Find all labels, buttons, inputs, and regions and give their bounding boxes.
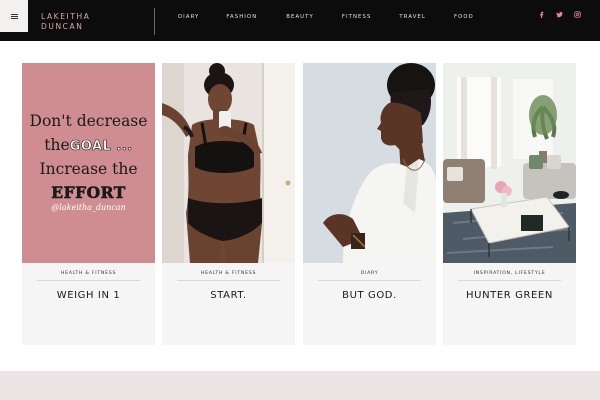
post-card-start[interactable]: HEALTH & FITNESS START. [162, 63, 295, 345]
post-title[interactable]: HUNTER GREEN [443, 290, 576, 301]
header-divider [154, 8, 155, 35]
post-category[interactable]: HEALTH & FITNESS [22, 271, 155, 276]
quote-instagram-handle: @lakeitha_duncan [51, 203, 126, 212]
post-title[interactable]: BUT GOD. [303, 290, 436, 301]
quote-goal-word: GOAL ... [69, 139, 133, 155]
post-title[interactable]: WEIGH IN 1 [22, 290, 155, 301]
twitter-icon[interactable] [556, 11, 563, 18]
logo-line-first-name: LAKEITHA [41, 12, 91, 21]
quote-line-2-text: the [44, 136, 70, 154]
quote-line-1: Don't decrease [29, 112, 148, 130]
logo-line-last-name: DUNCAN [41, 21, 84, 31]
card-divider [37, 280, 140, 281]
main-nav: DIARY FASHION BEAUTY FITNESS TRAVEL FOOD [178, 0, 474, 33]
post-category[interactable]: INSPIRATION, LIFESTYLE [443, 271, 576, 276]
facebook-icon[interactable] [538, 11, 545, 18]
fitness-photo [162, 63, 295, 263]
post-category[interactable]: HEALTH & FITNESS [162, 271, 295, 276]
interior-photo [443, 63, 576, 263]
footer-band [0, 371, 600, 400]
card-divider [458, 280, 561, 281]
nav-item-fashion[interactable]: FASHION [226, 14, 257, 20]
top-navigation-bar: LAKEITHA DUNCAN DIARY FASHION BEAUTY FIT… [0, 0, 600, 41]
post-image-portrait-photo[interactable] [303, 63, 436, 263]
site-logo[interactable]: LAKEITHA DUNCAN [41, 12, 91, 31]
post-image-interior-photo[interactable] [443, 63, 576, 263]
card-divider [177, 280, 280, 281]
post-card-hunter-green[interactable]: INSPIRATION, LIFESTYLE HUNTER GREEN [443, 63, 576, 345]
portrait-photo [303, 63, 436, 263]
post-title[interactable]: START. [162, 290, 295, 301]
card-divider [318, 280, 421, 281]
post-grid: Don't decrease theGOAL ... Increase the … [22, 63, 576, 345]
post-category[interactable]: DIARY [303, 271, 436, 276]
hamburger-icon [10, 13, 18, 19]
post-image-fitness-photo[interactable] [162, 63, 295, 263]
nav-item-fitness[interactable]: FITNESS [342, 14, 372, 20]
post-card-but-god[interactable]: DIARY BUT GOD. [303, 63, 436, 345]
nav-item-travel[interactable]: TRAVEL [399, 14, 426, 20]
nav-item-diary[interactable]: DIARY [178, 14, 199, 20]
menu-toggle-button[interactable] [0, 0, 28, 32]
quote-effort-word: EFFORT [51, 183, 126, 203]
instagram-icon[interactable] [574, 11, 581, 18]
quote-line-3: Increase the [39, 160, 138, 178]
quote-line-2: theGOAL ... [22, 136, 155, 154]
nav-item-food[interactable]: FOOD [454, 14, 474, 20]
post-card-weigh-in-1[interactable]: Don't decrease theGOAL ... Increase the … [22, 63, 155, 345]
social-links [538, 11, 581, 18]
nav-item-beauty[interactable]: BEAUTY [286, 14, 314, 20]
post-image-quote-graphic[interactable]: Don't decrease theGOAL ... Increase the … [22, 63, 155, 263]
